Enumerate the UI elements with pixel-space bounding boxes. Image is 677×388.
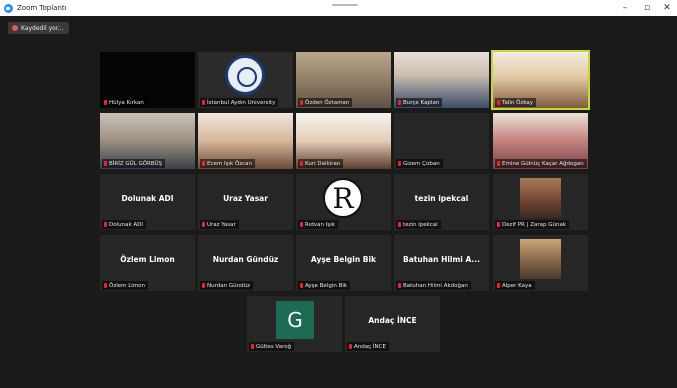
participant-tile[interactable]: İstanbul Aydın University [198, 52, 293, 108]
mic-muted-icon [104, 283, 107, 288]
participant-tile[interactable]: Özden Öztaman [296, 52, 391, 108]
minimize-button[interactable]: – [614, 0, 636, 16]
participant-tile[interactable]: Özlem Limon Özlem Limon [100, 235, 195, 291]
participant-display-name: Nurdan Gündüz [212, 255, 279, 264]
mic-muted-icon [300, 222, 303, 227]
participant-label: Hülya Kırkan [102, 98, 147, 107]
participant-tile[interactable]: Batuhan Hilmi A... Batuhan Hilmi Akdoğan [394, 235, 489, 291]
profile-photo [520, 239, 561, 279]
mic-muted-icon [497, 161, 500, 166]
mic-muted-icon [300, 161, 303, 166]
mic-muted-icon [104, 161, 107, 166]
participant-label: Gültes Varoğ [249, 342, 295, 351]
close-button[interactable]: ✕ [656, 0, 677, 16]
mic-muted-icon [300, 283, 303, 288]
drag-handle[interactable] [332, 4, 358, 6]
profile-avatar: R [323, 178, 363, 218]
participant-tile[interactable]: Kuri Dalkiran [296, 113, 391, 169]
participant-tile-active-speaker[interactable]: Talin Özkay [491, 50, 590, 110]
participant-display-name: Özlem Limon [120, 255, 175, 264]
participant-tile[interactable]: BİRİZ GÜL GÖRBÜŞ [100, 113, 195, 169]
participant-tile[interactable]: Emine Gülnüç Kaçar Ağdogan [493, 113, 588, 169]
participant-label: Talin Özkay [495, 98, 537, 107]
mic-muted-icon [202, 100, 205, 105]
participant-label: Emine Gülnüç Kaçar Ağdogan [495, 159, 587, 168]
record-icon [12, 25, 18, 31]
mic-muted-icon [349, 344, 352, 349]
mic-muted-icon [497, 222, 500, 227]
participant-label: Alper Kaya [495, 281, 535, 290]
participant-label: Özden Öztaman [298, 98, 353, 107]
recording-label: Kaydedil yor... [21, 24, 64, 32]
mic-muted-icon [497, 100, 500, 105]
title-bar: Zoom Toplantı – ▫ ✕ [0, 0, 677, 16]
participant-label: İstanbul Aydın University [200, 98, 279, 107]
participant-tile[interactable]: Alper Kaya [493, 235, 588, 291]
maximize-button[interactable]: ▫ [636, 0, 658, 16]
university-logo-icon [225, 55, 265, 95]
participant-tile[interactable]: Ecem Işık Özcan [198, 113, 293, 169]
participant-tile[interactable]: Andaç İNCE Andaç İNCE [345, 296, 440, 352]
participant-display-name: Uraz Yasar [223, 194, 268, 203]
participant-label: Uraz Yasar [200, 220, 239, 229]
mic-muted-icon [398, 222, 401, 227]
participant-label: Burçe Kaplan [396, 98, 443, 107]
participant-tile[interactable]: Dezif PR | Zarap Günak [493, 174, 588, 230]
participant-label: Nurdan Gündüz [200, 281, 253, 290]
mic-muted-icon [202, 161, 205, 166]
recording-indicator[interactable]: Kaydedil yor... [8, 22, 70, 34]
mic-muted-icon [104, 100, 107, 105]
participant-tile[interactable]: Burçe Kaplan [394, 52, 489, 108]
participant-label: Dolunak ADI [102, 220, 147, 229]
mic-muted-icon [202, 222, 205, 227]
participant-display-name: Dolunak ADI [121, 194, 174, 203]
profile-photo [520, 178, 561, 218]
mic-muted-icon [398, 161, 401, 166]
participant-tile[interactable]: Gizem Çoban [394, 113, 489, 169]
participant-label: Ayşe Belgin Bik [298, 281, 351, 290]
participant-display-name: Batuhan Hilmi A... [403, 255, 480, 264]
participant-tile[interactable]: G Gültes Varoğ [247, 296, 342, 352]
zoom-icon [4, 3, 13, 13]
participant-display-name: tezin ipekcal [414, 194, 469, 203]
participant-label: Andaç İNCE [347, 342, 389, 351]
participant-label: Dezif PR | Zarap Günak [495, 220, 570, 229]
participant-label: tezin ipekcal [396, 220, 441, 229]
mic-muted-icon [300, 100, 303, 105]
participant-tile[interactable]: Uraz Yasar Uraz Yasar [198, 174, 293, 230]
participant-label: Ecem Işık Özcan [200, 159, 256, 168]
participant-display-name: Andaç İNCE [368, 316, 417, 325]
participant-label: Kuri Dalkiran [298, 159, 344, 168]
window-title: Zoom Toplantı [17, 4, 67, 12]
participant-label: Özlem Limon [102, 281, 149, 290]
letter-avatar: G [276, 301, 314, 339]
mic-muted-icon [398, 283, 401, 288]
participant-label: Gizem Çoban [396, 159, 443, 168]
participant-tile[interactable]: tezin ipekcal tezin ipekcal [394, 174, 489, 230]
participant-tile[interactable]: R Rıdvan Işık [296, 174, 391, 230]
participant-tile[interactable]: Ayşe Belgin Bik Ayşe Belgin Bik [296, 235, 391, 291]
participant-label: Batuhan Hilmi Akdoğan [396, 281, 471, 290]
participant-label: Rıdvan Işık [298, 220, 338, 229]
participant-display-name: Ayşe Belgin Bik [310, 255, 377, 264]
mic-muted-icon [104, 222, 107, 227]
participant-tile[interactable]: Hülya Kırkan [100, 52, 195, 108]
mic-muted-icon [251, 344, 254, 349]
mic-muted-icon [398, 100, 401, 105]
video-gallery: Kaydedil yor... Hülya Kırkan İstanbul Ay… [0, 16, 677, 388]
mic-muted-icon [497, 283, 500, 288]
participant-label: BİRİZ GÜL GÖRBÜŞ [102, 159, 166, 168]
participant-tile[interactable]: Nurdan Gündüz Nurdan Gündüz [198, 235, 293, 291]
mic-muted-icon [202, 283, 205, 288]
participant-tile[interactable]: Dolunak ADI Dolunak ADI [100, 174, 195, 230]
